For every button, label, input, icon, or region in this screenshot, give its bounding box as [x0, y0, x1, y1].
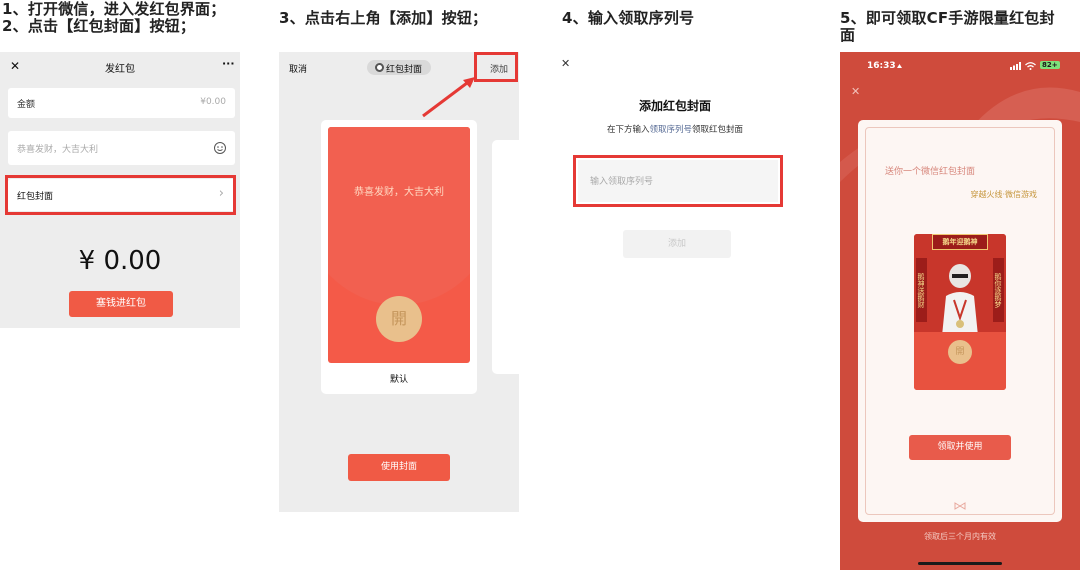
close-icon[interactable]: ✕ — [561, 57, 570, 70]
greeting-input[interactable]: 恭喜发财，大吉大利 — [17, 142, 98, 155]
subtitle-prefix: 在下方输入 — [606, 125, 650, 135]
default-cover-card[interactable]: 恭喜发财，大吉大利 開 默认 — [321, 120, 477, 394]
top-bar: ✕ 发红包 ··· — [0, 52, 240, 80]
amount-row[interactable]: 金额 ¥0.00 — [8, 88, 235, 118]
status-time: 16:33 — [867, 61, 896, 71]
cover-icon — [375, 63, 384, 72]
claim-cover-screen: 16:33 82+ ✕ 送你一个微信红包封面 穿越火线·微信游戏 鹅年迎鹅神 鹅… — [840, 52, 1080, 570]
mute-icon — [897, 64, 902, 68]
envelope-flap — [328, 127, 470, 305]
close-icon[interactable]: ✕ — [851, 85, 860, 98]
step-2-label: 2、点击【红包封面】按钮； — [2, 17, 196, 35]
page-title: 发红包 — [105, 64, 135, 75]
subtitle: 在下方输入领取序列号领取红包封面 — [555, 123, 795, 135]
step-5-label-cont: 面 — [840, 26, 856, 44]
step-3-label: 3、点击右上角【添加】按钮； — [279, 9, 488, 27]
wifi-icon — [1025, 62, 1036, 70]
emoji-icon[interactable] — [213, 141, 227, 155]
next-cover-card[interactable] — [492, 140, 522, 374]
bow-icon — [954, 502, 966, 510]
send-red-packet-screen: ✕ 发红包 ··· 金额 ¥0.00 恭喜发财，大吉大利 红包封面 › ¥ 0.… — [0, 52, 240, 328]
greeting-row[interactable]: 恭喜发财，大吉大利 — [8, 131, 235, 165]
cover-gift-card: 送你一个微信红包封面 穿越火线·微信游戏 鹅年迎鹅神 鹅神送鹅财 鹅你逐鹅梦 開… — [858, 120, 1062, 522]
total-amount: ¥ 0.00 — [78, 246, 162, 276]
subtitle-suffix: 领取红包封面 — [692, 125, 744, 135]
highlight-box — [5, 175, 236, 215]
cover-tab-title: 红包封面 — [386, 65, 423, 75]
source-text: 穿越火线·微信游戏 — [970, 190, 1037, 199]
battery-icon: 82+ — [1040, 61, 1060, 69]
serial-number-link[interactable]: 领取序列号 — [649, 125, 692, 135]
cf-cover-envelope: 鹅年迎鹅神 鹅神送鹅财 鹅你逐鹅梦 開 — [914, 234, 1006, 390]
step-5-label: 5、即可领取CF手游限量红包封 — [840, 9, 1055, 27]
cover-banner: 鹅年迎鹅神 — [932, 234, 988, 250]
open-button: 開 — [948, 340, 972, 364]
cover-tab-pill: 红包封面 — [367, 60, 431, 75]
cover-selection-screen: 取消 红包封面 添加 恭喜发财，大吉大利 開 默认 使用封面 — [279, 52, 522, 512]
left-couplet: 鹅神送鹅财 — [916, 258, 927, 322]
open-button: 開 — [376, 296, 422, 342]
amount-label: 金额 — [17, 100, 36, 110]
validity-note: 领取后三个月内有效 — [924, 532, 996, 541]
cancel-button[interactable]: 取消 — [289, 62, 307, 75]
character-figure-icon — [942, 264, 978, 336]
stuff-money-button[interactable]: 塞钱进红包 — [69, 291, 173, 317]
step-4-label: 4、输入领取序列号 — [562, 9, 695, 27]
arrow-icon — [422, 77, 475, 118]
page-title: 添加红包封面 — [638, 99, 711, 113]
red-envelope-preview: 恭喜发财，大吉大利 開 — [328, 127, 470, 363]
add-submit-button[interactable]: 添加 — [623, 230, 731, 258]
claim-and-use-button[interactable]: 领取并使用 — [909, 435, 1011, 460]
add-cover-screen: ✕ 添加红包封面 在下方输入领取序列号领取红包封面 输入领取序列号 添加 — [555, 52, 795, 512]
highlight-box — [573, 155, 783, 207]
gift-text: 送你一个微信红包封面 — [885, 167, 976, 177]
more-icon[interactable]: ··· — [222, 57, 235, 70]
signal-icon — [1010, 62, 1021, 70]
envelope-greeting: 恭喜发财，大吉大利 — [354, 187, 444, 198]
highlight-box — [474, 52, 518, 82]
amount-input[interactable]: ¥0.00 — [200, 97, 226, 107]
use-cover-button[interactable]: 使用封面 — [348, 454, 450, 481]
right-couplet: 鹅你逐鹅梦 — [993, 258, 1004, 322]
step-1-label: 1、打开微信，进入发红包界面； — [2, 0, 226, 18]
home-indicator — [918, 562, 1002, 565]
default-label: 默认 — [389, 375, 408, 385]
